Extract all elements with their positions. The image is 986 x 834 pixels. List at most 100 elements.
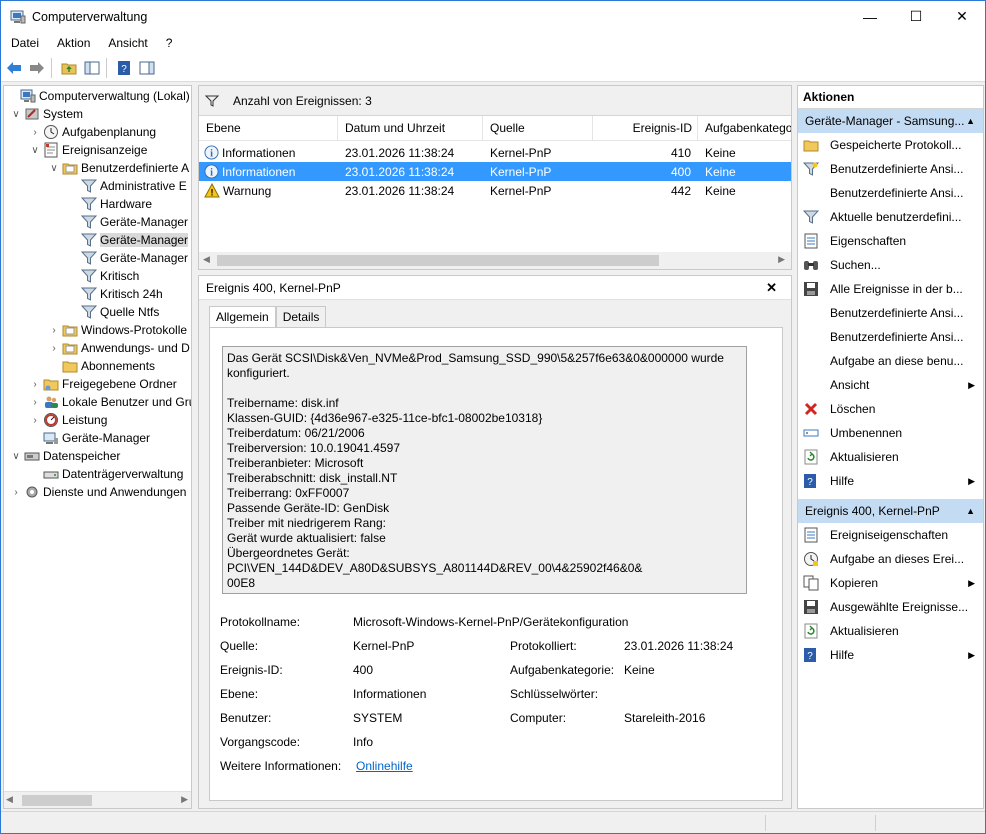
tree-node[interactable]: ∨ Benutzerdefinierte A xyxy=(48,159,189,177)
expand-chevron-icon[interactable]: › xyxy=(48,325,60,336)
tree-node[interactable]: Kritisch 24h xyxy=(67,285,163,303)
action-item[interactable]: Suchen... xyxy=(798,253,983,277)
menu-ansicht[interactable]: Ansicht xyxy=(98,36,155,50)
tree-node[interactable]: › Dienste und Anwendungen xyxy=(10,483,186,501)
tree-node[interactable]: Geräte-Manager xyxy=(67,213,188,231)
event-list-horizontal-scrollbar[interactable]: ◀ ▶ xyxy=(199,252,791,269)
maximize-button[interactable]: ☐ xyxy=(893,1,939,32)
close-detail-button[interactable]: ✕ xyxy=(766,280,777,296)
expand-chevron-icon[interactable]: › xyxy=(29,397,41,408)
tab-allgemein[interactable]: Allgemein xyxy=(209,306,276,329)
back-button[interactable] xyxy=(4,58,24,78)
scroll-left-icon[interactable]: ◀ xyxy=(6,794,13,805)
action-item[interactable]: Benutzerdefinierte Ansi... xyxy=(798,181,983,205)
action-item[interactable]: Benutzerdefinierte Ansi... xyxy=(798,157,983,181)
action-item[interactable]: Aufgabe an diese benu... xyxy=(798,349,983,373)
action-item-label: Ausgewählte Ereignisse... xyxy=(830,600,969,614)
collapse-chevron-icon[interactable]: ∨ xyxy=(48,163,60,174)
column-aufgabenkategorie[interactable]: Aufgabenkatego xyxy=(698,116,791,141)
column-datum[interactable]: Datum und Uhrzeit xyxy=(338,116,483,141)
close-button[interactable]: ✕ xyxy=(939,1,985,32)
action-item[interactable]: Gespeicherte Protokoll... xyxy=(798,133,983,157)
action-item[interactable]: Löschen xyxy=(798,397,983,421)
tree-node[interactable]: Kritisch xyxy=(67,267,139,285)
expand-chevron-icon[interactable]: › xyxy=(29,415,41,426)
minimize-button[interactable]: — xyxy=(847,1,893,32)
tree-node[interactable]: Geräte-Manager xyxy=(67,231,189,249)
tree-node[interactable]: Computerverwaltung (Lokal) xyxy=(6,87,190,105)
action-item[interactable]: Aktualisieren xyxy=(798,619,983,643)
tree-node[interactable]: › Lokale Benutzer und Gru xyxy=(29,393,191,411)
action-item[interactable]: Aktuelle benutzerdefini... xyxy=(798,205,983,229)
collapse-triangle-icon[interactable]: ▲ xyxy=(966,499,975,523)
column-quelle[interactable]: Quelle xyxy=(483,116,593,141)
scroll-right-icon[interactable]: ▶ xyxy=(778,254,785,265)
action-item[interactable]: ? Hilfe ▶ xyxy=(798,469,983,493)
expand-chevron-icon[interactable]: › xyxy=(29,127,41,138)
tree-node[interactable]: Administrative E xyxy=(67,177,187,195)
action-item[interactable]: Eigenschaften xyxy=(798,229,983,253)
action-item[interactable]: Kopieren ▶ xyxy=(798,571,983,595)
action-item[interactable]: Benutzerdefinierte Ansi... xyxy=(798,325,983,349)
onlinehilfe-link[interactable]: Onlinehilfe xyxy=(356,759,413,773)
column-ereignis-id[interactable]: Ereignis-ID xyxy=(593,116,698,141)
action-item[interactable]: Alle Ereignisse in der b... xyxy=(798,277,983,301)
tree-node[interactable]: Datenträgerverwaltung xyxy=(29,465,183,483)
column-ebene[interactable]: Ebene xyxy=(199,116,338,141)
action-item[interactable]: Aktualisieren xyxy=(798,445,983,469)
tree-node[interactable]: Abonnements xyxy=(48,357,155,375)
tree-node[interactable]: › Windows-Protokolle xyxy=(48,321,187,339)
svg-text:?: ? xyxy=(807,651,813,662)
event-row[interactable]: ! Warnung 23.01.2026 11:38:24 Kernel-PnP 442… xyxy=(199,181,791,200)
expand-chevron-icon[interactable]: › xyxy=(48,343,60,354)
action-item-label: Benutzerdefinierte Ansi... xyxy=(830,306,964,320)
actions-section-event[interactable]: Ereignis 400, Kernel-PnP ▲ xyxy=(798,499,983,523)
event-row[interactable]: i Informationen 23.01.2026 11:38:24 Kernel-… xyxy=(199,143,791,162)
action-item[interactable]: Umbenennen xyxy=(798,421,983,445)
action-item[interactable]: Ereigniseigenschaften xyxy=(798,523,983,547)
collapse-chevron-icon[interactable]: ∨ xyxy=(29,145,41,156)
tree-node[interactable]: ∨ System xyxy=(10,105,83,123)
up-folder-button[interactable] xyxy=(59,58,79,78)
menu-help[interactable]: ? xyxy=(156,36,181,50)
tree-node[interactable]: Geräte-Manager xyxy=(67,249,188,267)
tree-horizontal-scrollbar[interactable]: ◀ ▶ xyxy=(4,791,191,808)
event-row[interactable]: i Informationen 23.01.2026 11:38:24 Kernel-… xyxy=(199,162,791,181)
forward-button[interactable] xyxy=(27,58,47,78)
event-description[interactable]: Das Gerät SCSI\Disk&Ven_NVMe&Prod_Samsun… xyxy=(222,346,747,594)
action-item[interactable]: Ausgewählte Ereignisse... xyxy=(798,595,983,619)
action-item[interactable]: ? Hilfe ▶ xyxy=(798,643,983,667)
tab-details[interactable]: Details xyxy=(275,306,327,328)
action-item[interactable]: Ansicht ▶ xyxy=(798,373,983,397)
toolbar: ? xyxy=(1,54,985,82)
tree-node[interactable]: › Freigegebene Ordner xyxy=(29,375,176,393)
scroll-thumb[interactable] xyxy=(22,795,92,806)
expand-chevron-icon[interactable]: › xyxy=(10,487,22,498)
scroll-left-icon[interactable]: ◀ xyxy=(203,254,210,265)
help-button[interactable]: ? xyxy=(114,58,134,78)
tree-node[interactable]: ∨ Datenspeicher xyxy=(10,447,120,465)
collapse-triangle-icon[interactable]: ▲ xyxy=(966,109,975,133)
tree-node[interactable]: › Leistung xyxy=(29,411,107,429)
tree-node[interactable]: Quelle Ntfs xyxy=(67,303,159,321)
collapse-chevron-icon[interactable]: ∨ xyxy=(10,109,22,120)
collapse-chevron-icon[interactable]: ∨ xyxy=(10,451,22,462)
menu-datei[interactable]: Datei xyxy=(1,36,47,50)
event-date: 23.01.2026 11:38:24 xyxy=(345,145,455,160)
computer-value: Stareleith-2016 xyxy=(624,711,706,725)
show-hide-action-pane-button[interactable] xyxy=(137,58,157,78)
show-hide-tree-button[interactable] xyxy=(82,58,102,78)
action-item[interactable]: Aufgabe an dieses Erei... xyxy=(798,547,983,571)
actions-section-view[interactable]: Geräte-Manager - Samsung... ▲ xyxy=(798,109,983,133)
action-item[interactable]: Benutzerdefinierte Ansi... xyxy=(798,301,983,325)
tree-node[interactable]: › Aufgabenplanung xyxy=(29,123,156,141)
scroll-thumb[interactable] xyxy=(217,255,659,266)
tree-node[interactable]: Geräte-Manager xyxy=(29,429,150,447)
scroll-right-icon[interactable]: ▶ xyxy=(181,794,188,805)
tree-node[interactable]: ∨ Ereignisanzeige xyxy=(29,141,147,159)
tree-node[interactable]: Hardware xyxy=(67,195,152,213)
ebene-label: Ebene: xyxy=(220,687,259,701)
expand-chevron-icon[interactable]: › xyxy=(29,379,41,390)
tree-node[interactable]: › Anwendungs- und D xyxy=(48,339,189,357)
menu-aktion[interactable]: Aktion xyxy=(47,36,98,50)
